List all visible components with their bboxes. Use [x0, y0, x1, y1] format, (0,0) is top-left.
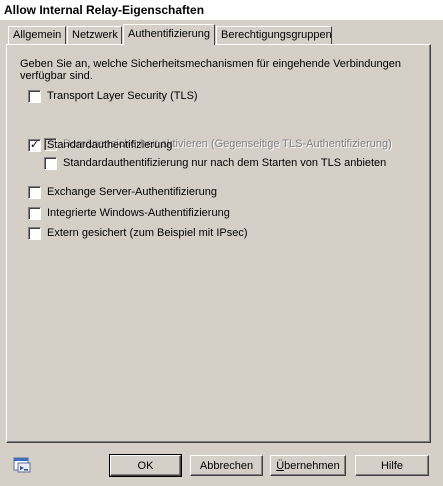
basic-auth-after-tls-checkbox[interactable] [44, 156, 57, 170]
intro-line-2: verfügbar sind. [20, 70, 93, 82]
apply-button[interactable]: Übernehmen [270, 455, 346, 476]
exchange-server-auth-checkbox[interactable] [28, 185, 41, 199]
panel-content: Geben Sie an, welche Sicherheitsmechanis… [0, 0, 443, 486]
checkmark-icon: ✓ [30, 137, 40, 151]
integrated-windows-auth-label: Integrierte Windows-Authentifizierung [47, 207, 230, 219]
help-button[interactable]: Hilfe [355, 455, 429, 476]
help-label: Hilfe [380, 459, 403, 472]
option-integrated-windows-auth[interactable]: Integrierte Windows-Authentifizierung [28, 206, 230, 220]
cancel-label: Abbrechen [199, 459, 254, 472]
basic-auth-checkbox[interactable]: ✓ [28, 137, 41, 152]
intro-text: Geben Sie an, welche Sicherheitsmechanis… [20, 58, 420, 82]
apply-accelerator: Ü [276, 459, 285, 472]
basic-auth-after-tls-label: Standardauthentifizierung nur nach dem S… [63, 157, 387, 169]
intro-line-1: Geben Sie an, welche Sicherheitsmechanis… [20, 58, 401, 70]
basic-auth-label: Standardauthentifizierung [47, 139, 173, 151]
exchange-server-auth-label: Exchange Server-Authentifizierung [47, 186, 217, 198]
option-externally-secured[interactable]: Extern gesichert (zum Beispiel mit IPsec… [28, 226, 248, 240]
tls-label: Transport Layer Security (TLS) [47, 90, 198, 102]
externally-secured-checkbox[interactable] [28, 226, 41, 240]
ok-label: OK [137, 459, 154, 472]
option-basic-auth[interactable]: ✓ Standardauthentifizierung [28, 138, 172, 152]
option-exchange-server-auth[interactable]: Exchange Server-Authentifizierung [28, 185, 217, 199]
apply-label: bernehmen [284, 459, 340, 472]
integrated-windows-auth-checkbox[interactable] [28, 206, 41, 220]
ok-button[interactable]: OK [109, 454, 182, 477]
properties-sheet-icon [13, 457, 31, 473]
option-basic-auth-after-tls[interactable]: Standardauthentifizierung nur nach dem S… [44, 156, 386, 170]
option-tls[interactable]: Transport Layer Security (TLS) [28, 89, 198, 103]
tls-checkbox[interactable] [28, 89, 41, 103]
properties-dialog: Allow Internal Relay-Eigenschaften Allge… [0, 0, 443, 486]
externally-secured-label: Extern gesichert (zum Beispiel mit IPsec… [47, 227, 248, 239]
cancel-button[interactable]: Abbrechen [190, 455, 263, 476]
